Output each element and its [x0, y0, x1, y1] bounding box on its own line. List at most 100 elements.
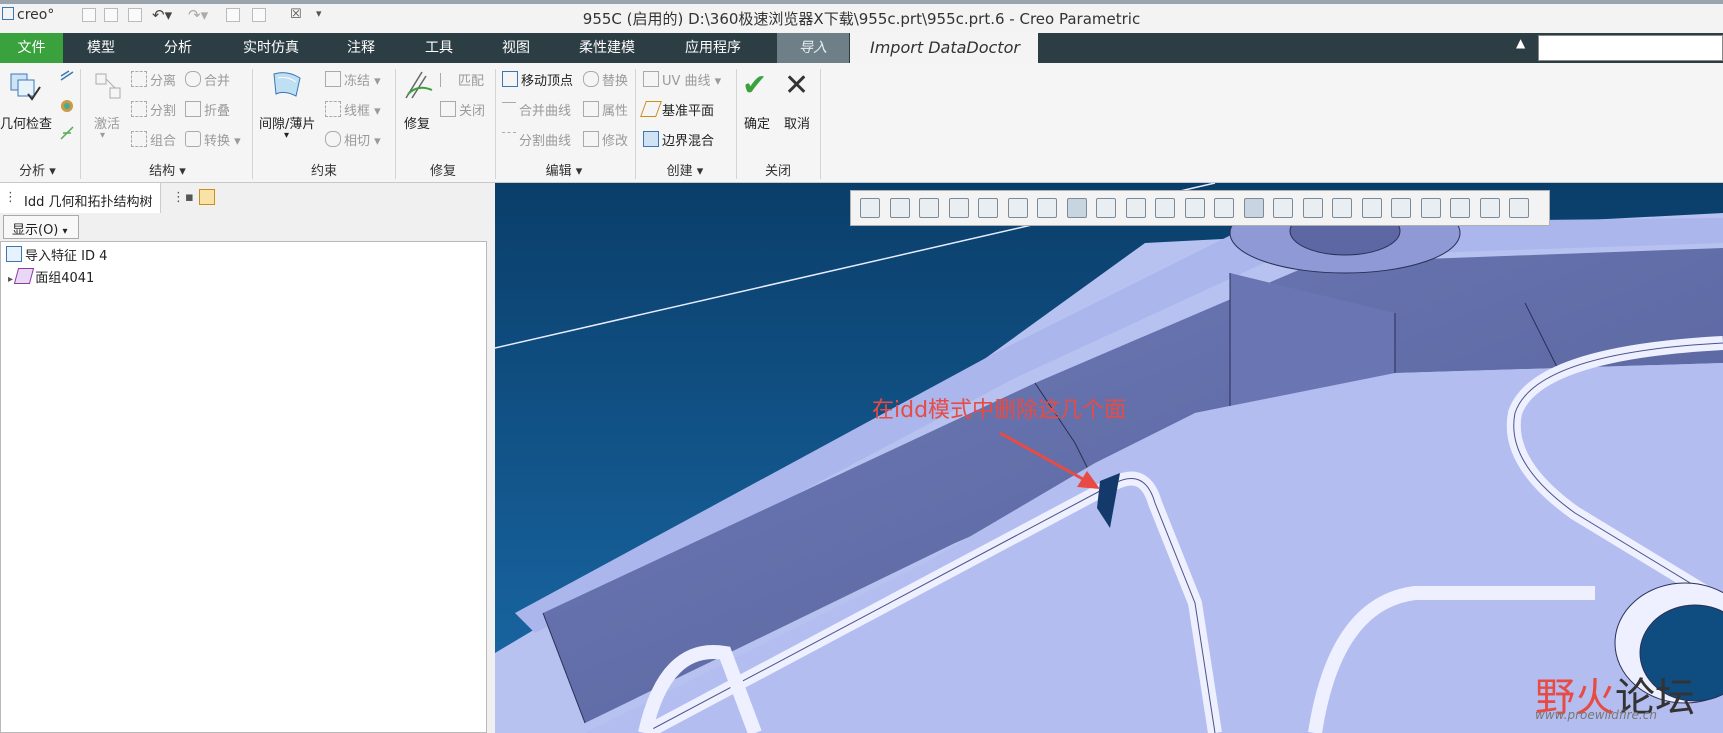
annotations-icon[interactable] — [1332, 198, 1352, 218]
window-title: 955C (启用的) D:\360极速浏览器X下载\955c.prt\955c.… — [582, 10, 1141, 28]
merge-curves-button[interactable]: 合并曲线 — [502, 100, 571, 119]
move-vertex-button[interactable]: 移动顶点 — [502, 70, 573, 89]
ribbon-separator — [495, 69, 496, 179]
merge-button[interactable]: 合并 — [185, 70, 230, 89]
repair-button[interactable]: 修复 — [404, 113, 430, 132]
group-title-close: 关闭 — [764, 164, 791, 179]
edges-icon[interactable] — [1420, 198, 1441, 218]
boundary-blend-icon — [643, 131, 659, 147]
activate-button[interactable]: 激活 — [94, 113, 120, 132]
tab-view[interactable]: 视图 — [485, 33, 547, 63]
tab-simulation[interactable]: 实时仿真 — [228, 33, 314, 63]
repaint-icon[interactable] — [1007, 198, 1028, 218]
replace-icon — [583, 71, 599, 87]
perspective-icon[interactable] — [1066, 198, 1087, 218]
fold-button[interactable]: 折叠 — [185, 100, 230, 119]
analysis-tool-icon-2[interactable] — [59, 98, 75, 114]
spin-center-icon[interactable] — [1302, 198, 1323, 218]
tab-annotate[interactable]: 注释 — [330, 33, 392, 63]
saved-orientations-icon[interactable] — [889, 198, 910, 218]
tangent-icon — [325, 131, 341, 147]
tree-item-quilt[interactable]: ▸ 面组4041 — [8, 267, 94, 286]
tab-analysis[interactable]: 分析 — [147, 33, 209, 63]
uv-curve-button[interactable]: UV 曲线 ▾ — [643, 70, 721, 89]
replace-button[interactable]: 替换 — [583, 70, 628, 89]
split-button[interactable]: 分割 — [131, 100, 176, 119]
analysis-tool-icon-3[interactable] — [59, 125, 75, 141]
view-manager-icon[interactable] — [1125, 198, 1146, 218]
datum-display-icon[interactable] — [1273, 198, 1293, 218]
gap-sheet-dropdown-icon[interactable]: ▾ — [284, 130, 289, 141]
datum-planes-icon[interactable] — [1214, 198, 1234, 218]
split-curves-button[interactable]: 分割曲线 — [502, 130, 571, 149]
refit-icon[interactable] — [860, 198, 880, 218]
freeze-icon — [325, 71, 341, 87]
match-button[interactable]: 匹配 — [440, 70, 484, 89]
tab-import-datadoctor[interactable]: Import DataDoctor — [850, 33, 1038, 63]
boundary-blend-button[interactable]: 边界混合 — [643, 130, 714, 149]
group-title-structure[interactable]: 结构 ▾ — [85, 160, 250, 179]
zoom-window-icon[interactable] — [919, 198, 939, 218]
ribbon-separator — [635, 69, 636, 179]
datum-axes-icon[interactable] — [1243, 198, 1264, 218]
tree-filter-icon[interactable]: ⋮▪ — [172, 190, 194, 205]
tab-import[interactable]: 导入 — [777, 33, 849, 63]
annotation-text: 在idd模式中删除这几个面 — [872, 398, 1127, 423]
split-icon — [131, 101, 147, 117]
search-input[interactable] — [1538, 35, 1723, 61]
csys-icon[interactable] — [1361, 198, 1382, 218]
ribbon-separator — [252, 69, 253, 179]
datum-plane-button[interactable]: 基准平面 — [640, 100, 714, 119]
merge-icon — [185, 71, 201, 87]
tab-applications[interactable]: 应用程序 — [670, 33, 756, 63]
section-icon[interactable] — [1155, 198, 1175, 218]
modify-button[interactable]: 修改 — [583, 130, 628, 149]
tangent-curves-icon[interactable] — [1479, 198, 1500, 218]
properties-button[interactable]: 属性 — [583, 100, 628, 119]
tab-model[interactable]: 模型 — [70, 33, 132, 63]
move-vertex-icon — [502, 71, 518, 87]
show-dropdown[interactable]: 显示(O) ▾ — [3, 215, 79, 239]
convert-button[interactable]: 转换 ▾ — [185, 130, 241, 149]
zoom-out-icon[interactable] — [978, 198, 998, 218]
points-icon[interactable] — [1391, 198, 1411, 218]
merge-curves-icon — [502, 102, 516, 117]
modify-icon — [583, 131, 599, 147]
tangent-button[interactable]: 相切 ▾ — [325, 130, 381, 149]
activate-dropdown-icon[interactable]: ▾ — [100, 130, 105, 141]
display-style-icon[interactable] — [1037, 198, 1057, 218]
surfaces-icon[interactable] — [1509, 198, 1529, 218]
tab-flexible-modeling[interactable]: 柔性建模 — [564, 33, 650, 63]
wireframe-button[interactable]: 线框 ▾ — [325, 100, 381, 119]
group-title-create[interactable]: 创建 ▾ — [637, 160, 733, 179]
layer-icon[interactable] — [199, 189, 215, 205]
named-views-icon[interactable] — [1096, 198, 1116, 218]
geometry-check-button[interactable]: 几何检查 — [0, 113, 52, 132]
close-repair-button[interactable]: 关闭 — [440, 100, 485, 119]
cancel-button[interactable]: 取消 — [784, 113, 810, 132]
appearance-icon[interactable] — [1184, 198, 1205, 218]
wireframe-icon — [325, 101, 341, 117]
group-button[interactable]: 组合 — [131, 130, 176, 149]
menu-bar: 文件 模型 分析 实时仿真 注释 工具 视图 柔性建模 应用程序 导入 Impo… — [0, 33, 1723, 63]
ribbon-separator — [820, 69, 821, 179]
analysis-tool-icon-1[interactable] — [59, 68, 75, 84]
separate-button[interactable]: 分离 — [131, 70, 176, 89]
graphics-viewport[interactable] — [495, 183, 1723, 733]
ok-button[interactable]: 确定 — [744, 113, 770, 132]
minimize-ribbon-icon[interactable]: ▲ — [1516, 36, 1525, 50]
split-curves-icon — [502, 132, 516, 147]
freeze-button[interactable]: 冻结 ▾ — [325, 70, 381, 89]
curves-icon[interactable] — [1450, 198, 1470, 218]
ribbon-separator — [736, 69, 737, 179]
group-title-edit[interactable]: 编辑 ▾ — [497, 160, 631, 179]
tab-file[interactable]: 文件 — [0, 33, 63, 63]
zoom-in-icon[interactable] — [948, 198, 969, 218]
properties-icon — [583, 101, 599, 117]
cancel-x-icon: ✕ — [784, 68, 810, 103]
fold-icon — [185, 101, 201, 117]
datum-plane-icon — [640, 101, 662, 117]
tree-item-import-feature[interactable]: 导入特征 ID 4 — [6, 245, 107, 264]
group-title-analysis[interactable]: 分析 ▾ — [0, 160, 75, 179]
tab-tools[interactable]: 工具 — [408, 33, 470, 63]
